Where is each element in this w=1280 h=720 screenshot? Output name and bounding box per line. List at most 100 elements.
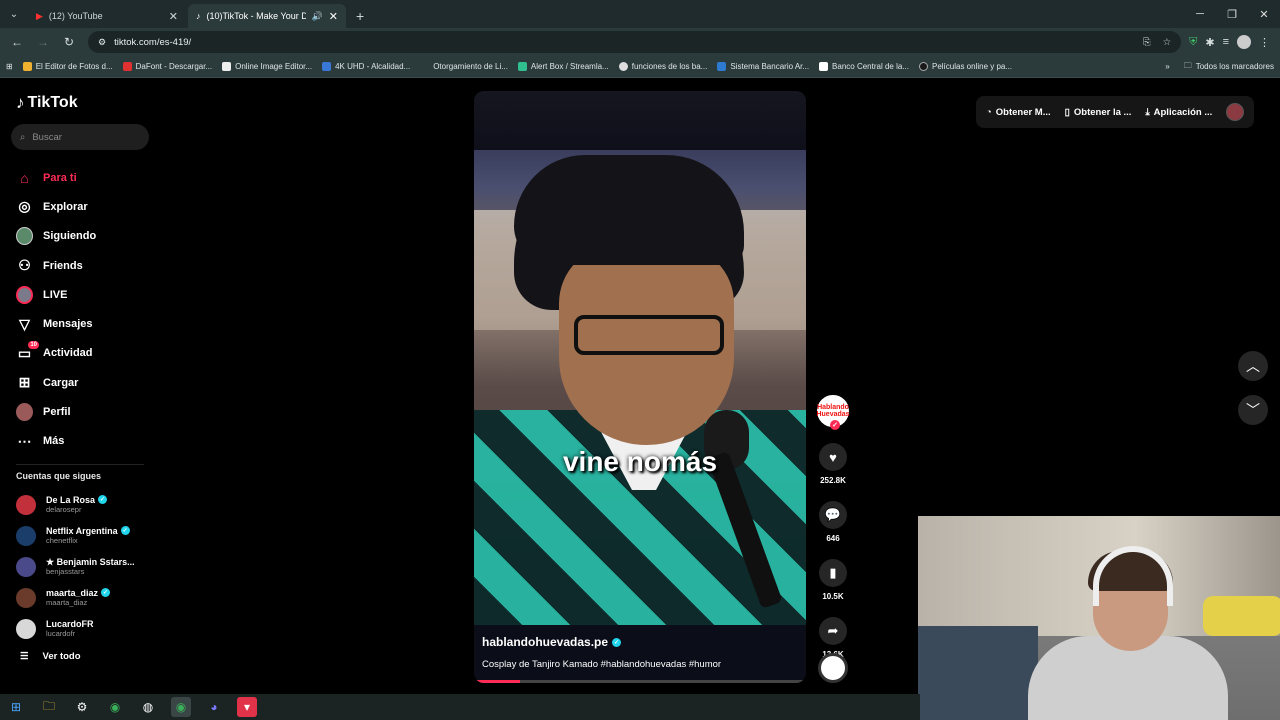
video-top-fade <box>474 91 806 151</box>
media-control-icon[interactable]: ≡ <box>1223 36 1229 48</box>
bookmark-item[interactable]: Otorgamiento de Li... <box>420 62 508 71</box>
list-item[interactable]: ★ Benjamin Sstars... benjasstars <box>16 551 156 582</box>
bookmark-item[interactable]: DaFont - Descargar... <box>122 62 212 71</box>
save-button[interactable]: ▮ 10.5K <box>819 559 847 601</box>
following-list: De La Rosa ✓ delarosepr Netflix Argentina ✓… <box>16 489 156 644</box>
video-frame <box>474 150 806 625</box>
forward-icon[interactable]: → <box>32 31 54 53</box>
bookmark-item[interactable]: Online Image Editor... <box>222 62 312 71</box>
list-item[interactable]: maarta_diaz ✓ maarta_diaz <box>16 582 156 613</box>
next-video-button[interactable]: ﹀ <box>1238 395 1268 425</box>
tab-youtube[interactable]: ▶ (12) YouTube ✕ <box>28 4 186 28</box>
reload-icon[interactable]: ↻ <box>58 31 80 53</box>
verified-icon: ✓ <box>120 526 130 535</box>
bookmark-favicon-icon <box>819 62 829 71</box>
list-item[interactable]: De La Rosa ✓ delarosepr <box>16 489 156 520</box>
bookmark-item[interactable]: Películas online y pa... <box>918 62 1012 71</box>
progress-fill <box>474 680 521 683</box>
like-button[interactable]: ♥ 252.8K <box>819 443 847 485</box>
comment-button[interactable]: 💬 646 <box>819 501 847 543</box>
verified-icon: ✓ <box>612 637 622 647</box>
nav-item-para-ti[interactable]: ⌂ Para ti <box>16 163 156 192</box>
video-actions: Hablando Huevadas ✓ ♥ 252.8K 💬 646 ▮ 10.… <box>814 395 852 659</box>
site-info-icon[interactable]: ⚙ <box>98 37 106 48</box>
tiktok-note-icon: ♪ <box>16 93 25 112</box>
search-placeholder: Buscar <box>32 131 62 143</box>
back-icon[interactable]: ← <box>6 31 28 53</box>
bookmark-item[interactable]: Sistema Bancario Ar... <box>717 62 809 71</box>
avatar <box>16 494 36 515</box>
see-all-button[interactable]: ☰ Ver todo <box>20 651 81 662</box>
speaker-icon[interactable]: 🔊 <box>312 11 323 22</box>
obs-icon[interactable]: ◍ <box>138 697 158 717</box>
nav-item-live[interactable]: LIVE <box>16 280 156 309</box>
bookmark-item[interactable]: 4K UHD - Alcalidad... <box>322 62 410 71</box>
folder-icon: 🗀 <box>1183 60 1192 70</box>
restore-icon[interactable]: ❐ <box>1216 0 1248 28</box>
previous-video-button[interactable]: ︿ <box>1238 351 1268 381</box>
tab-search-icon[interactable]: ⌄ <box>0 0 28 28</box>
settings-gear-icon[interactable]: ⚙ <box>72 697 92 717</box>
get-app-button[interactable]: ▯ Obtener la ... <box>1065 107 1132 118</box>
verified-icon: ✓ <box>101 588 111 597</box>
extensions-icon[interactable]: ✱ <box>1205 36 1214 49</box>
windows-start-icon[interactable]: ⊞ <box>6 697 26 717</box>
bookmark-favicon-icon <box>22 62 32 71</box>
list-item[interactable]: LucardoFR lucardofr <box>16 613 156 644</box>
nav-item-cargar[interactable]: ⊞ Cargar <box>16 368 156 397</box>
music-disc-icon[interactable] <box>818 653 848 683</box>
apps-grid-icon[interactable]: ⊞ <box>6 62 13 71</box>
bookmark-item[interactable]: Banco Central de la... <box>819 62 909 71</box>
creator-avatar[interactable]: Hablando Huevadas ✓ <box>816 395 850 430</box>
tiktok-logo[interactable]: ♪ TikTok <box>16 93 78 113</box>
nav-item-friends[interactable]: ⚇ Friends <box>16 251 156 280</box>
follow-plus-icon[interactable]: ✓ <box>830 420 840 430</box>
new-tab-button[interactable]: + <box>348 4 372 28</box>
bookmark-item[interactable]: El Editor de Fotos d... <box>22 62 113 71</box>
video-player[interactable]: vine nomás hablandohuevadas.pe ✓ Cosplay… <box>474 91 806 683</box>
nav-item-perfil[interactable]: Perfil <box>16 397 156 426</box>
get-coins-button[interactable]: ◔ Obtener M... <box>986 107 1051 118</box>
chat-app-icon[interactable]: ◕ <box>204 697 224 717</box>
bookmark-item[interactable]: funciones de los ba... <box>618 62 707 71</box>
red-app-icon[interactable]: ▾ <box>237 697 257 717</box>
video-description: Cosplay de Tanjiro Kamado #hablandohueva… <box>482 659 722 670</box>
more-bookmarks-icon[interactable]: » <box>1165 62 1169 71</box>
comment-count: 646 <box>826 534 840 543</box>
search-icon: ⌕ <box>20 131 26 143</box>
close-tab-icon[interactable]: ✕ <box>329 10 338 23</box>
minimize-icon[interactable]: ─ <box>1184 0 1216 28</box>
all-bookmarks-folder[interactable]: 🗀 Todos los marcadores <box>1184 60 1274 74</box>
chevron-up-icon: ︿ <box>1246 358 1260 374</box>
bookmark-star-icon[interactable]: ☆ <box>1163 37 1172 48</box>
search-input[interactable]: ⌕ Buscar <box>11 124 149 150</box>
nav-item-mensajes[interactable]: ▽ Mensajes <box>16 309 156 338</box>
chrome-active-icon[interactable]: ◉ <box>171 697 191 717</box>
address-bar[interactable]: ⚙ tiktok.com/es-419/ ⎘ ☆ <box>88 31 1182 53</box>
shield-extension-icon[interactable]: ⛨ <box>1189 36 1197 49</box>
browser-menu-icon[interactable]: ⋮ <box>1259 36 1270 49</box>
friends-icon: ⚇ <box>18 257 31 274</box>
install-app-icon[interactable]: ⎘ <box>1143 37 1151 48</box>
chrome-icon[interactable]: ◉ <box>105 697 125 717</box>
bookmark-favicon-icon <box>918 62 928 71</box>
divider <box>16 464 144 465</box>
video-author[interactable]: hablandohuevadas.pe ✓ <box>482 635 622 649</box>
bookmark-item[interactable]: Alert Box / Streamla... <box>517 62 609 71</box>
bookmark-favicon-icon <box>420 62 430 71</box>
nav-item-actividad[interactable]: ▭ 10 Actividad <box>16 339 156 368</box>
heart-icon: ♥ <box>819 443 847 471</box>
user-avatar[interactable] <box>1226 103 1245 121</box>
nav-item-explorar[interactable]: ◎ Explorar <box>16 192 156 221</box>
list-item[interactable]: Netflix Argentina ✓ chenetflix <box>16 520 156 551</box>
download-app-button[interactable]: ⤓ Aplicación ... <box>1145 107 1212 118</box>
file-explorer-icon[interactable]: 🗀 <box>39 697 59 717</box>
tab-tiktok[interactable]: ♪ (10)TikTok - Make Your Day 🔊 ✕ <box>188 4 346 28</box>
close-tab-icon[interactable]: ✕ <box>169 10 178 23</box>
nav-item-siguiendo[interactable]: Siguiendo <box>16 222 156 251</box>
close-window-icon[interactable]: ✕ <box>1248 0 1280 28</box>
video-progress-bar[interactable] <box>474 680 806 683</box>
upload-icon: ⊞ <box>18 374 31 391</box>
nav-item-mas[interactable]: ⋯ Más <box>16 427 156 456</box>
profile-avatar-icon[interactable] <box>1237 35 1251 49</box>
